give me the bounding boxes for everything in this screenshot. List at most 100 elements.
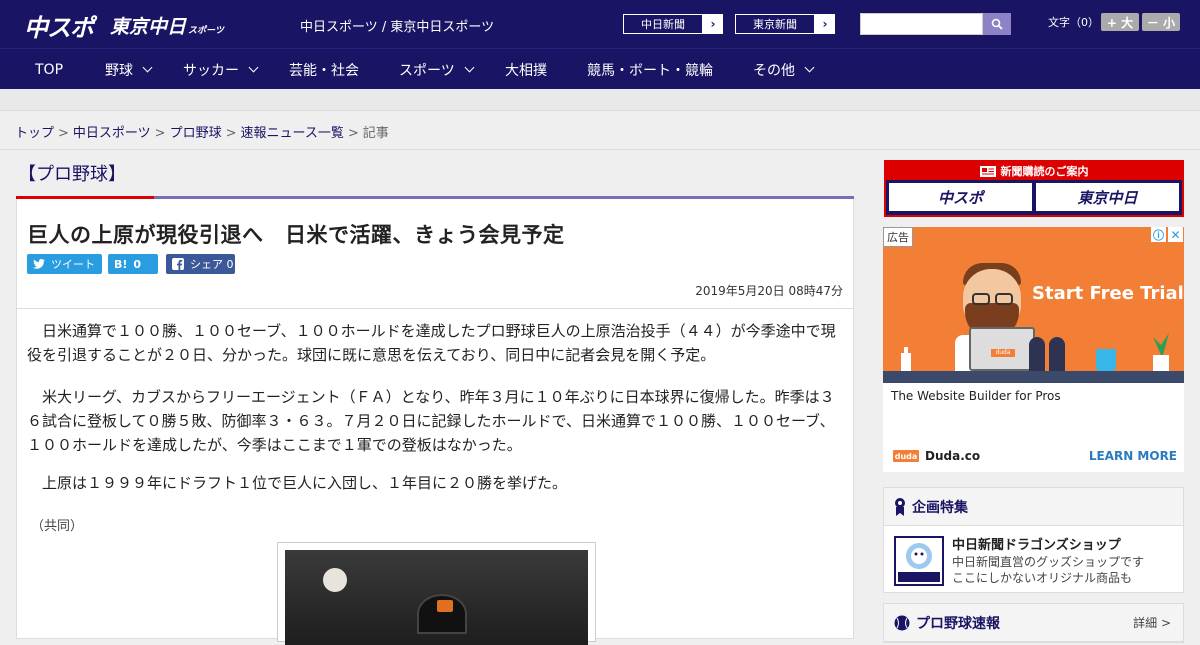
- breadcrumb-chunichi-sports[interactable]: 中日スポーツ: [73, 126, 151, 141]
- mug-icon: [1096, 349, 1116, 371]
- ad-illustration[interactable]: duda Start Free Trial: [883, 227, 1184, 383]
- nav-item-sumo[interactable]: 大相撲: [505, 49, 547, 90]
- tokyo-chunichi-subscribe-logo[interactable]: 東京中日: [1036, 183, 1179, 211]
- chunichi-shimbun-label: 中日新聞: [623, 14, 703, 34]
- baseball-icon: [323, 568, 347, 592]
- nav-label: スポーツ: [399, 62, 455, 79]
- feature-box-title: 企画特集: [912, 499, 968, 516]
- nav-label: 大相撲: [505, 62, 547, 79]
- article-source: （共同）: [31, 519, 84, 534]
- chevron-down-icon: [248, 62, 259, 72]
- giants-logo-icon: [437, 600, 453, 612]
- feature-box-header: 企画特集: [884, 488, 1183, 526]
- tokyo-logo-sub: スポーツ: [188, 26, 224, 36]
- learn-more-link[interactable]: LEARN MORE: [1089, 449, 1177, 463]
- search-button[interactable]: [983, 13, 1011, 35]
- nav-label: その他: [753, 62, 795, 79]
- chevron-right-icon: ›: [822, 17, 828, 31]
- ad-label: 広告: [883, 227, 913, 247]
- chuspo-subscribe-logo[interactable]: 中スポ: [889, 183, 1032, 211]
- plant-icon: [1153, 333, 1169, 373]
- nav-item-other[interactable]: その他: [753, 49, 815, 90]
- ad-desk: [883, 371, 1184, 383]
- tokyo-chunichi-logo[interactable]: 東京中日 スポーツ: [110, 12, 224, 39]
- chevron-right-icon: ›: [710, 17, 716, 31]
- ad-brand-name: Duda.co: [925, 449, 981, 463]
- feature-desc-line: 中日新聞直営のグッズショップです: [952, 555, 1145, 569]
- article-paragraph: 日米通算で１００勝、１００セーブ、１００ホールドを達成したプロ野球巨人の上原浩治…: [27, 322, 836, 364]
- ad-glasses-left: [972, 293, 990, 305]
- article-paragraph: 米大リーグ、カブスからフリーエージェント（ＦＡ）となり、昨年３月に１０年ぶりに日…: [27, 388, 835, 454]
- divider: [17, 308, 853, 309]
- main-nav: TOP 野球 サッカー 芸能・社会 スポーツ 大相撲 競馬・ボート・競輪 その他: [0, 48, 1200, 89]
- breadcrumb-separator: >: [225, 126, 237, 141]
- breadcrumb: トップ > 中日スポーツ > プロ野球 > 速報ニュース一覧 > 記事: [15, 122, 389, 141]
- top-header: 中スポ 東京中日 スポーツ 中日スポーツ / 東京中日スポーツ 中日新聞 › 東京…: [0, 0, 1200, 48]
- facebook-share-label: シェア: [190, 258, 223, 271]
- feature-description: 中日新聞直営のグッズショップです ここにしかないオリジナル商品も: [952, 554, 1144, 586]
- nav-label: 競馬・ボート・競輪: [587, 62, 713, 79]
- nav-item-entertainment[interactable]: 芸能・社会: [289, 49, 359, 90]
- tokyo-logo-text: 東京中日: [110, 16, 187, 38]
- tweet-label: ツイート: [51, 258, 95, 271]
- site-title[interactable]: 中日スポーツ / 東京中日スポーツ: [300, 16, 494, 35]
- facebook-share-count: 0: [226, 257, 234, 271]
- breadcrumb-top[interactable]: トップ: [15, 126, 54, 141]
- nav-item-soccer[interactable]: サッカー: [183, 49, 259, 90]
- dragons-shop-logo[interactable]: [894, 536, 944, 586]
- sub-nav-bar: [0, 89, 1200, 111]
- feature-title[interactable]: 中日新聞ドラゴンズショップ: [952, 534, 1121, 553]
- ad-boot-right: [1049, 337, 1065, 373]
- article-headline: 巨人の上原が現役引退へ 日米で活躍、きょう会見予定: [27, 223, 565, 247]
- ribbon-icon: [895, 497, 905, 516]
- breadcrumb-separator: >: [58, 126, 69, 141]
- baseball-icon: [894, 615, 910, 630]
- tokyo-shimbun-link[interactable]: 東京新聞 ›: [734, 13, 836, 35]
- pitcher-photo: [285, 550, 588, 645]
- nav-label: 野球: [105, 62, 133, 79]
- subscription-banner[interactable]: 新聞購読のご案内 中スポ 東京中日: [884, 160, 1184, 217]
- hatena-bookmark-button[interactable]: B! 0: [108, 254, 158, 274]
- subscription-heading-text: 新聞購読のご案内: [1000, 165, 1089, 178]
- twitter-icon: [33, 259, 45, 269]
- nav-item-baseball[interactable]: 野球: [105, 49, 153, 90]
- font-smaller-button[interactable]: － 小: [1142, 13, 1180, 31]
- close-icon[interactable]: ✕: [1168, 227, 1183, 242]
- font-larger-button[interactable]: + 大: [1101, 13, 1139, 31]
- nav-item-sports[interactable]: スポーツ: [399, 49, 475, 90]
- publish-date: 2019年5月20日 08時47分: [695, 284, 843, 298]
- ad-glasses-right: [995, 293, 1013, 305]
- facebook-share-button[interactable]: シェア 0: [166, 254, 235, 274]
- article-paragraph: 上原は１９９９年にドラフト１位で巨人に入団し、１年目に２０勝を挙げた。: [42, 474, 568, 492]
- details-link[interactable]: 詳細 >: [1133, 614, 1171, 631]
- nav-label: サッカー: [183, 62, 239, 79]
- ad-laptop-logo: duda: [991, 349, 1015, 357]
- ad-brand[interactable]: duda Duda.co: [893, 449, 980, 463]
- search-icon: [991, 18, 1003, 30]
- article-photo[interactable]: [277, 542, 596, 645]
- nav-item-top[interactable]: TOP: [35, 49, 63, 90]
- tweet-button[interactable]: ツイート: [27, 254, 102, 274]
- newspaper-icon: [979, 165, 996, 177]
- ad-boot-left: [1029, 337, 1045, 373]
- chevron-down-icon: [464, 62, 475, 72]
- search-input[interactable]: [860, 13, 983, 35]
- dragons-mascot-icon: [898, 543, 940, 582]
- duda-icon: duda: [893, 450, 919, 462]
- subscription-heading: 新聞購読のご案内: [886, 162, 1182, 180]
- nav-item-racing[interactable]: 競馬・ボート・競輪: [587, 49, 713, 90]
- chunichi-sports-logo[interactable]: 中スポ: [24, 8, 94, 43]
- breadcrumb-news-list[interactable]: 速報ニュース一覧: [241, 126, 344, 141]
- tokyo-shimbun-label: 東京新聞: [735, 14, 815, 34]
- subscription-logos: 中スポ 東京中日: [886, 180, 1182, 214]
- breadcrumb-pro-baseball[interactable]: プロ野球: [170, 126, 222, 141]
- feature-box: 企画特集 中日新聞ドラゴンズショップ 中日新聞直営のグッズショップです ここにし…: [883, 487, 1184, 593]
- advertisement[interactable]: duda Start Free Trial 広告 ⓘ ✕ The Website…: [883, 227, 1184, 472]
- font-size-label: 文字（0）: [1048, 16, 1099, 29]
- chunichi-shimbun-link[interactable]: 中日新聞 ›: [622, 13, 724, 35]
- breadcrumb-separator: >: [347, 126, 359, 141]
- divider: [0, 149, 1200, 150]
- article: 巨人の上原が現役引退へ 日米で活躍、きょう会見予定 ツイート B! 0 シェア …: [16, 199, 854, 645]
- laptop-icon: duda: [969, 327, 1035, 371]
- info-icon[interactable]: ⓘ: [1151, 227, 1166, 242]
